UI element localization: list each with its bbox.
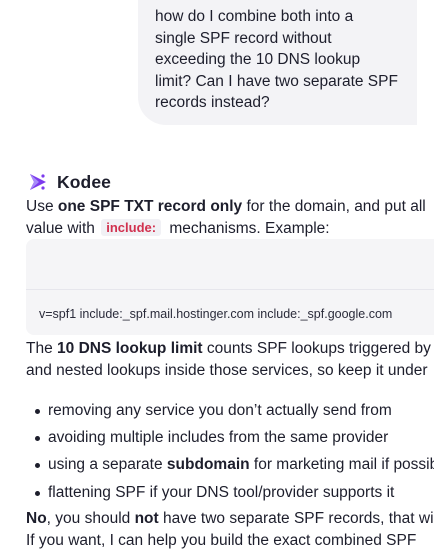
code-block-text: v=spf1 include:_spf.mail.hostinger.com i… xyxy=(39,307,393,321)
list-item: removing any service you don’t actually … xyxy=(26,400,434,427)
code-block[interactable]: v=spf1 include:_spf.mail.hostinger.com i… xyxy=(26,239,434,335)
code-block-divider xyxy=(26,289,434,290)
assistant-paragraph-3: No, you should not have two separate SPF… xyxy=(26,510,434,549)
bullet-icon xyxy=(35,436,40,442)
kodee-logo-icon xyxy=(30,174,46,190)
user-message-line: records instead? xyxy=(155,94,270,112)
assistant-paragraph-1: Use one SPF TXT record only for the doma… xyxy=(26,198,426,237)
assistant-header: Kodee xyxy=(28,168,434,196)
user-message-line: limit? Can I have two separate SPF xyxy=(155,72,398,90)
bullet-icon xyxy=(35,463,40,469)
bullet-icon xyxy=(35,409,40,414)
assistant-message: Kodee Use one SPF TXT record only for th… xyxy=(26,168,434,549)
assistant-name: Kodee xyxy=(57,171,111,192)
list-item: avoiding multiple includes from the same… xyxy=(26,427,434,454)
bullet-list: removing any service you don’t actually … xyxy=(26,400,434,509)
list-item: flattening SPF if your DNS tool/provider… xyxy=(26,482,434,509)
bullet-icon xyxy=(35,490,40,496)
assistant-paragraph-2: The 10 DNS lookup limit counts SPF looku… xyxy=(26,340,431,379)
list-item: using a separate subdomain for marketing… xyxy=(26,454,434,481)
user-message-line: single SPF record without xyxy=(155,29,332,47)
user-message-bubble: how do I combine both into a single SPF … xyxy=(138,0,417,125)
inline-code: include: xyxy=(101,218,162,236)
user-message-line: exceeding the 10 DNS lookup xyxy=(155,51,361,69)
user-message-line: how do I combine both into a xyxy=(155,8,354,25)
